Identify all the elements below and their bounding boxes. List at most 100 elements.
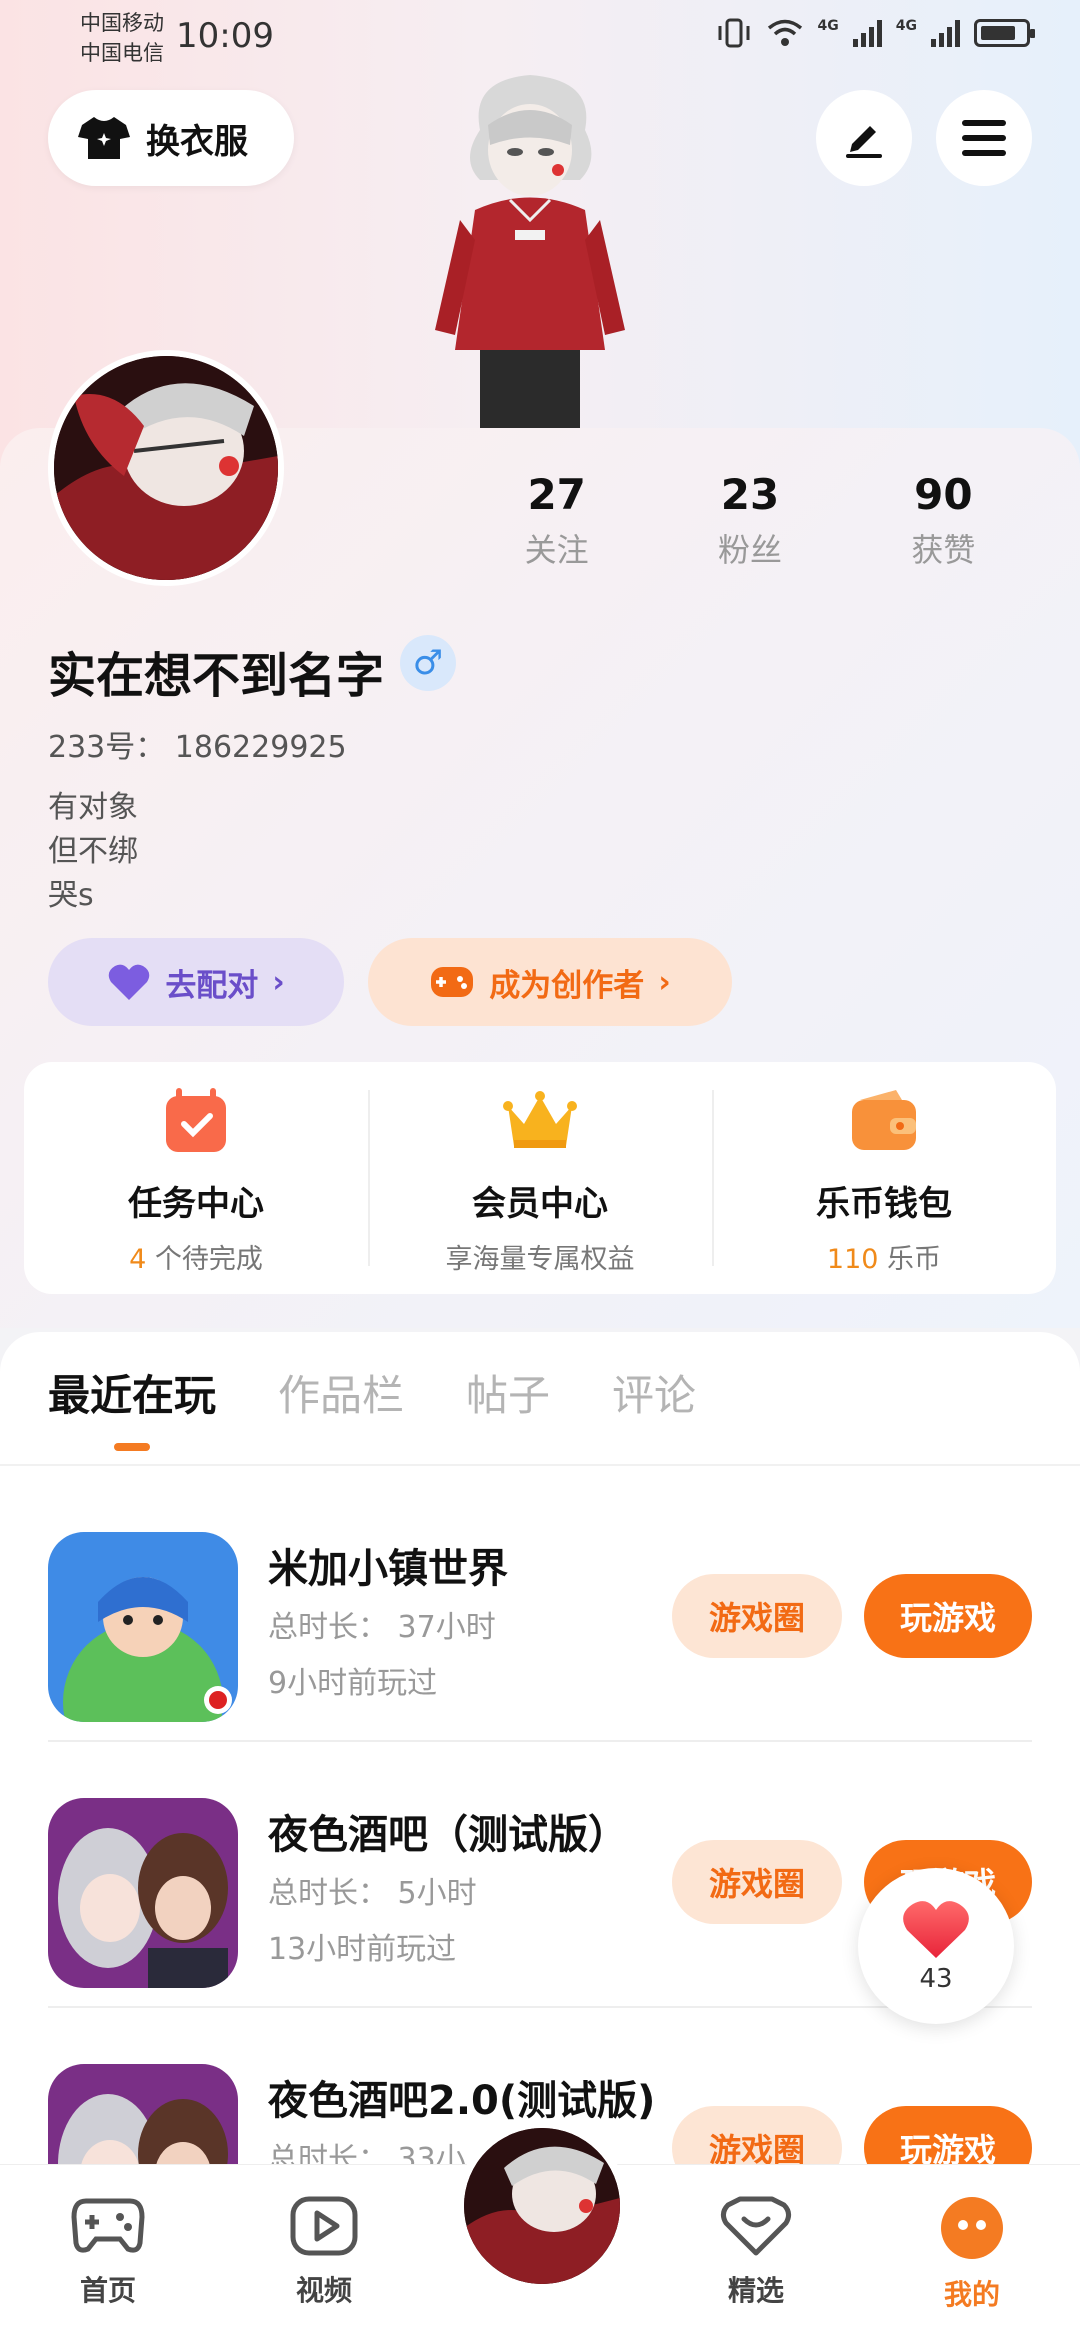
game-thumbnail	[48, 1798, 238, 1988]
like-count: 43	[919, 1964, 953, 1994]
game-thumbnail	[48, 1532, 238, 1722]
likes-label: 获赞	[911, 531, 976, 569]
nav-home-label: 首页	[79, 2274, 136, 2307]
bio-line: 但不绑	[48, 834, 138, 869]
game-circle-button[interactable]: 游戏圈	[672, 1574, 842, 1658]
center-avatar-art	[464, 2128, 620, 2284]
pending-text: 个待完成	[146, 1244, 263, 1275]
clock: 10:09	[176, 16, 274, 56]
gamepad-icon	[431, 967, 474, 997]
play-duration: 总时长： 37小时	[268, 1610, 496, 1645]
heart-icon	[903, 1901, 969, 1958]
nav-home[interactable]: 首页	[38, 2195, 178, 2309]
pending-count: 4	[129, 1244, 147, 1275]
followers-count: 23	[720, 470, 780, 519]
battery-icon	[974, 19, 1035, 47]
bio-line: 哭s	[48, 878, 94, 913]
profile-tabs: 最近在玩 作品栏 帖子 评论	[48, 1362, 696, 1451]
coin-wallet-subtitle: 110 乐币	[712, 1237, 1056, 1276]
crown-icon	[503, 1091, 577, 1148]
tab-posts[interactable]: 帖子	[466, 1362, 550, 1451]
status-bar: 中国移动 中国电信 10:09 4G 4G	[0, 0, 1080, 70]
game-circle-button[interactable]: 游戏圈	[672, 1840, 842, 1924]
menu-button[interactable]	[936, 90, 1032, 186]
stat-likes[interactable]: 90 获赞	[847, 470, 1040, 571]
change-outfit-label: 换衣服	[146, 121, 248, 162]
stat-followers[interactable]: 23 粉丝	[653, 470, 846, 571]
bio: 有对象 但不绑 哭s	[48, 786, 138, 918]
avatar-3d-figure[interactable]	[420, 70, 640, 430]
game-name: 夜色酒吧2.0(测试版)	[268, 2078, 656, 2124]
nav-featured[interactable]: 精选	[686, 2195, 826, 2309]
signal-1-icon	[852, 19, 882, 47]
nav-video-label: 视频	[295, 2274, 352, 2307]
video-icon	[290, 2196, 358, 2256]
carrier-1: 中国移动	[80, 11, 164, 35]
game-icon[interactable]	[48, 1532, 238, 1722]
match-button[interactable]: 去配对 ›	[48, 938, 344, 1026]
feature-shortcuts: 任务中心 4 个待完成 会员中心 享海量专属权益 乐币钱包 110 乐币	[24, 1062, 1056, 1294]
become-creator-button[interactable]: 成为创作者 ›	[368, 938, 732, 1026]
following-label: 关注	[524, 531, 589, 569]
game-name: 夜色酒吧（测试版）	[268, 1812, 628, 1858]
task-center-subtitle: 4 个待完成	[24, 1237, 368, 1276]
vip-center[interactable]: 会员中心 享海量专属权益	[368, 1062, 712, 1294]
coin-unit: 乐币	[878, 1244, 942, 1275]
avatar[interactable]	[48, 350, 284, 586]
signal-2-icon	[931, 19, 960, 47]
status-icons: 4G 4G	[716, 18, 1035, 48]
vibrate-icon	[718, 18, 750, 48]
tab-recently-played[interactable]: 最近在玩	[48, 1362, 216, 1451]
task-center-title: 任务中心	[128, 1184, 264, 1224]
play-game-button[interactable]: 玩游戏	[864, 1574, 1032, 1658]
wifi-icon	[767, 19, 802, 46]
network-type-2: 4G	[895, 18, 917, 34]
floating-like-button[interactable]: 43	[858, 1868, 1014, 2024]
tabs-divider	[0, 1464, 1080, 1466]
become-creator-label: 成为创作者	[489, 967, 645, 1004]
network-type-1: 4G	[817, 18, 839, 34]
carrier-2: 中国电信	[80, 41, 164, 65]
calendar-check-icon	[166, 1088, 226, 1152]
chevron-right-icon: ›	[658, 964, 671, 1000]
carrier-names: 中国移动 中国电信	[80, 8, 164, 68]
last-played: 13小时前玩过	[268, 1932, 457, 1967]
last-played: 9小时前玩过	[268, 1666, 438, 1701]
avatar-image	[54, 356, 278, 580]
game-meta: 总时长： 5小时 13小时前玩过	[268, 1866, 477, 1978]
following-count: 27	[527, 470, 586, 519]
tshirt-icon	[78, 117, 130, 159]
nav-mine-label: 我的	[943, 2278, 1000, 2311]
vip-center-subtitle: 享海量专属权益	[445, 1244, 635, 1275]
profile-face-icon	[941, 2197, 1003, 2259]
coin-wallet[interactable]: 乐币钱包 110 乐币	[712, 1062, 1056, 1294]
nav-center-avatar[interactable]	[456, 2120, 628, 2292]
gamepad-icon	[71, 2198, 145, 2253]
nav-featured-label: 精选	[727, 2274, 784, 2307]
stat-following[interactable]: 27 关注	[460, 470, 653, 571]
profile-stats: 27 关注 23 粉丝 90 获赞	[460, 470, 1040, 571]
vip-center-title: 会员中心	[472, 1184, 608, 1224]
game-row[interactable]: 米加小镇世界 总时长： 37小时 9小时前玩过 游戏圈 玩游戏	[48, 1476, 1032, 1742]
likes-count: 90	[914, 470, 973, 519]
nav-video[interactable]: 视频	[254, 2195, 394, 2309]
user-id[interactable]: 233号： 186229925	[48, 722, 347, 766]
hamburger-icon	[962, 120, 1006, 156]
game-icon[interactable]	[48, 1798, 238, 1988]
match-label: 去配对	[165, 967, 259, 1004]
bio-line: 有对象	[48, 790, 138, 825]
coin-wallet-title: 乐币钱包	[816, 1184, 952, 1224]
tab-works[interactable]: 作品栏	[278, 1362, 404, 1451]
task-center[interactable]: 任务中心 4 个待完成	[24, 1062, 368, 1294]
coin-balance: 110	[826, 1244, 879, 1275]
game-name: 米加小镇世界	[268, 1546, 508, 1592]
followers-label: 粉丝	[717, 531, 782, 569]
center-avatar-image	[464, 2128, 620, 2284]
heart-icon	[109, 964, 150, 1000]
edit-profile-button[interactable]	[816, 90, 912, 186]
nav-mine[interactable]: 我的	[902, 2195, 1042, 2313]
change-outfit-button[interactable]: 换衣服	[48, 90, 294, 186]
tab-comments[interactable]: 评论	[612, 1362, 696, 1451]
male-gender-icon: ♂	[400, 635, 456, 691]
username: 实在想不到名字	[48, 648, 385, 704]
